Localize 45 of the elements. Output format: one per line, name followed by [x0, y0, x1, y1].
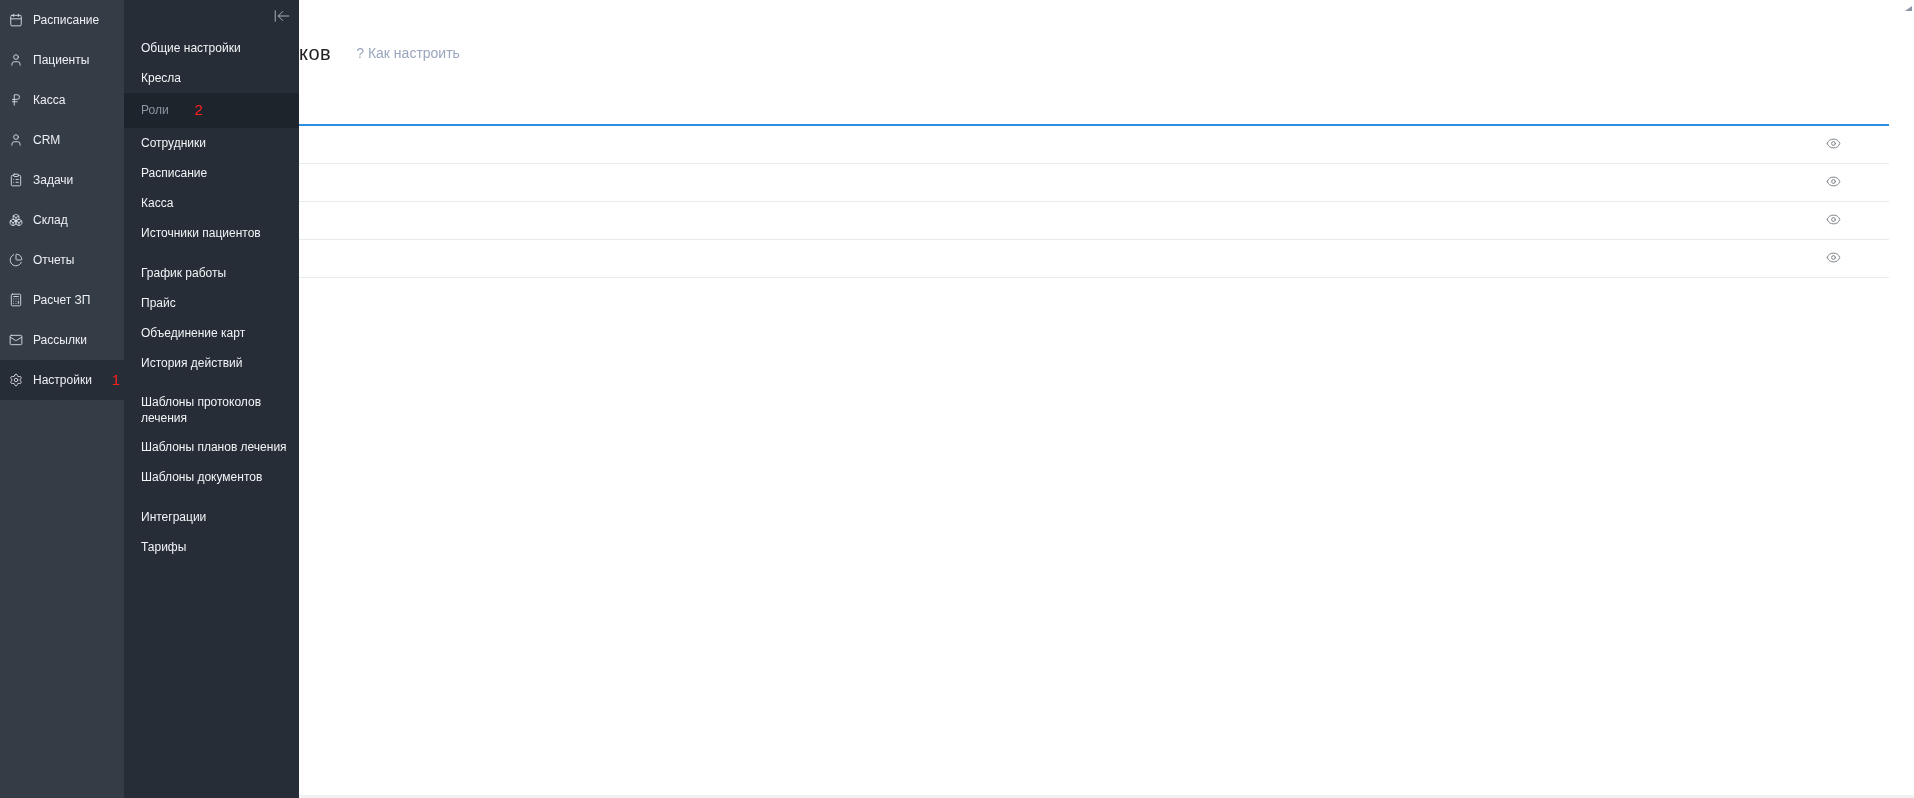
sidebar-item[interactable]: Расчет ЗП [0, 280, 124, 320]
submenu-item[interactable]: Объединение карт [124, 317, 299, 348]
submenu-item[interactable]: Расписание [124, 157, 299, 188]
submenu-item[interactable]: Шаблоны планов лечения [124, 431, 299, 462]
submenu-item[interactable]: Тарифы [124, 531, 299, 562]
submenu-item[interactable]: Касса [124, 187, 299, 218]
submenu-item[interactable]: Сотрудники [124, 127, 299, 158]
annotation-number: 1 [111, 369, 121, 390]
collapse-icon[interactable] [273, 7, 291, 25]
boxes-icon [9, 213, 23, 227]
view-icon[interactable] [1826, 250, 1841, 265]
sidebar-item[interactable]: Задачи [0, 160, 124, 200]
sidebar-item[interactable]: Настройки 1 [0, 360, 124, 400]
sidebar-item[interactable]: Рассылки [0, 320, 124, 360]
submenu-item[interactable]: История действий [124, 347, 299, 378]
ruble-icon [9, 93, 23, 107]
submenu-item[interactable]: Источники пациентов [124, 217, 299, 248]
clipboard-icon [9, 173, 23, 187]
page-title: ков [299, 41, 332, 66]
submenu-item[interactable]: Интеграции [124, 501, 299, 532]
submenu-item[interactable]: Шаблоны документов [124, 461, 299, 492]
view-icon[interactable] [1826, 174, 1841, 189]
settings-icon [9, 373, 23, 387]
sidebar-item[interactable]: Отчеты [0, 240, 124, 280]
submenu-item[interactable]: Общие настройки [124, 33, 299, 63]
sidebar-item[interactable]: Пациенты [0, 40, 124, 80]
submenu-item[interactable]: Роли 2 [124, 93, 299, 128]
sidebar-item[interactable]: Расписание [0, 0, 124, 40]
sidebar-item[interactable]: Склад [0, 200, 124, 240]
view-icon[interactable] [1826, 136, 1841, 151]
calculator-icon [9, 293, 23, 307]
submenu-item[interactable]: Прайс [124, 287, 299, 318]
person-icon [9, 133, 23, 147]
annotation-number: 2 [194, 100, 203, 120]
calendar-icon [9, 13, 23, 27]
submenu-item[interactable]: Шаблоны протоколов лечения [124, 387, 299, 432]
person-icon [9, 53, 23, 67]
submenu-item[interactable]: Кресла [124, 63, 299, 93]
sidebar-item[interactable]: CRM [0, 120, 124, 160]
submenu-item[interactable]: График работы [124, 257, 299, 288]
view-icon[interactable] [1826, 212, 1841, 227]
scroll-up-icon[interactable] [1905, 6, 1912, 11]
mail-icon [9, 333, 23, 347]
pie-chart-icon [9, 253, 23, 267]
sidebar-item[interactable]: Касса [0, 80, 124, 120]
